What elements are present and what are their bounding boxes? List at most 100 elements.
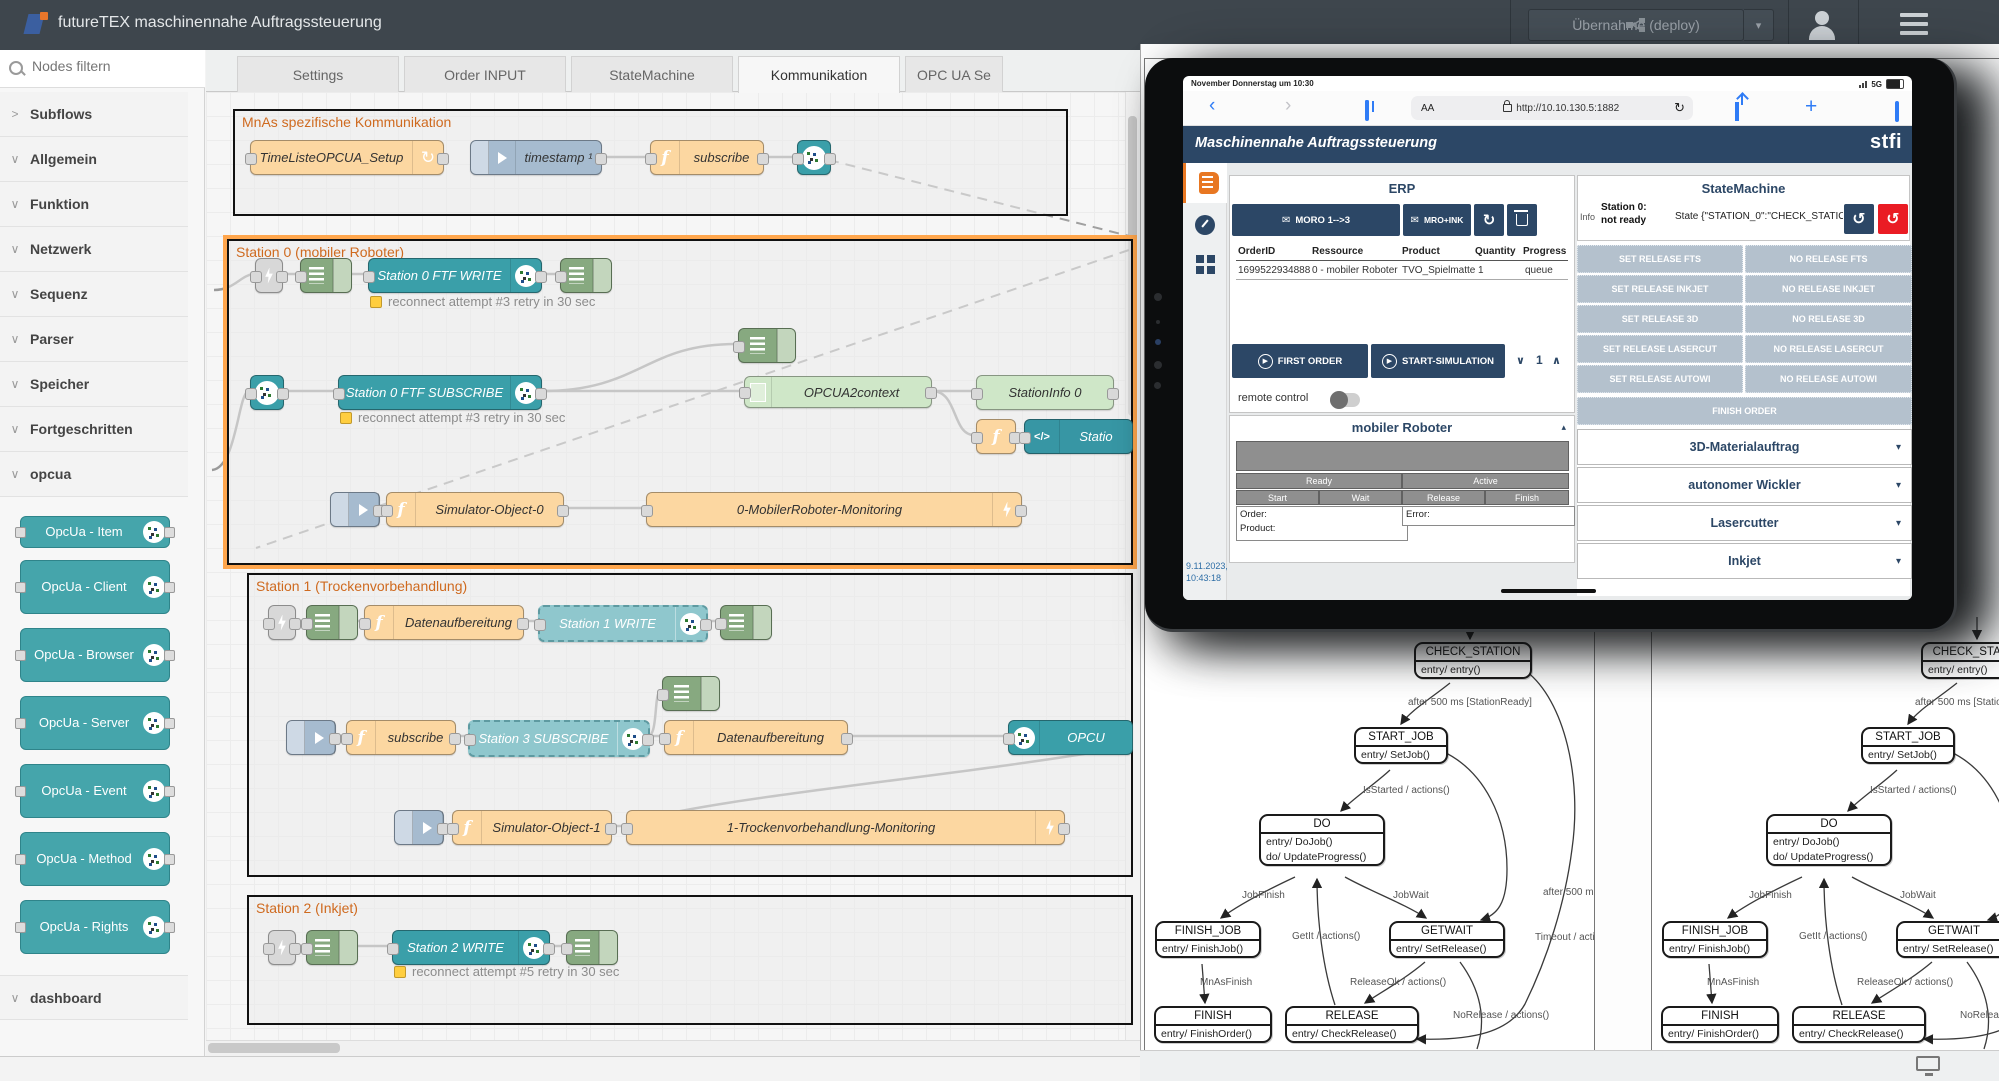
inject-button[interactable] — [331, 493, 349, 526]
node-template-station[interactable]: </> Statio — [1024, 419, 1133, 454]
set-release-fts-button[interactable]: SET RELEASE FTS — [1577, 245, 1743, 273]
share-icon[interactable] — [1735, 102, 1739, 121]
bookmarks-icon[interactable] — [1365, 100, 1369, 121]
palette-node-opcua-event[interactable]: OpcUa - Event — [20, 764, 170, 818]
first-order-button[interactable]: ▶FIRST ORDER — [1232, 344, 1368, 378]
node-station2-write[interactable]: Station 2 WRITE — [392, 930, 550, 965]
inject-button[interactable] — [395, 811, 413, 844]
debug-toggle-button[interactable] — [777, 329, 795, 362]
dropdown-3d-materialauftrag[interactable]: 3D-Materialauftrag▾ — [1577, 429, 1912, 465]
no-release-inkjet-button[interactable]: NO RELEASE INKJET — [1745, 275, 1912, 303]
palette-cat-dashboard[interactable]: ∨dashboard — [0, 975, 188, 1020]
url-bar[interactable]: AA http://10.10.130.5:1882 ↻ — [1411, 96, 1693, 120]
debug-toggle-button[interactable] — [593, 259, 611, 292]
tab-statemachine[interactable]: StateMachine — [571, 56, 733, 92]
palette-cat-sequenz[interactable]: ∨Sequenz — [0, 272, 188, 317]
display-icon[interactable] — [1916, 1056, 1940, 1071]
set-release-3d-button[interactable]: SET RELEASE 3D — [1577, 305, 1743, 333]
node-function-subscribe[interactable]: f subscribe — [650, 140, 764, 175]
deploy-options-button[interactable]: ▾ — [1744, 9, 1774, 41]
node-inject[interactable] — [330, 492, 380, 527]
deploy-button[interactable]: Übernahme (deploy) — [1528, 9, 1744, 41]
node-link-in[interactable] — [268, 930, 296, 965]
node-function-subscribe-1[interactable]: f subscribe — [346, 720, 456, 755]
palette-node-opcua-server[interactable]: OpcUa - Server — [20, 696, 170, 750]
debug-toggle-button[interactable] — [333, 259, 351, 292]
node-datenaufbereitung-1[interactable]: f Datenaufbereitung — [364, 605, 524, 640]
no-release-autowi-button[interactable]: NO RELEASE AUTOWI — [1745, 365, 1912, 393]
forward-button[interactable]: › — [1285, 95, 1291, 117]
palette-cat-parser[interactable]: ∨Parser — [0, 317, 188, 362]
sidebar-item-orders[interactable] — [1183, 163, 1227, 203]
dropdown-autonomer-wickler[interactable]: autonomer Wickler▾ — [1577, 467, 1912, 503]
node-function-small[interactable]: f — [976, 419, 1016, 454]
quantity-stepper[interactable]: 1 — [1536, 353, 1543, 367]
group-station2[interactable]: Station 2 (Inkjet) — [247, 895, 1133, 1025]
node-station0-ftf-write[interactable]: Station 0 FTF WRITE — [368, 258, 542, 293]
no-release-fts-button[interactable]: NO RELEASE FTS — [1745, 245, 1912, 273]
node-simulator-object-1[interactable]: f Simulator-Object-1 — [452, 810, 612, 845]
debug-toggle-button[interactable] — [339, 931, 357, 964]
dropdown-lasercutter[interactable]: Lasercutter▾ — [1577, 505, 1912, 541]
palette-node-opcua-method[interactable]: OpcUa - Method — [20, 832, 170, 886]
inject-button[interactable] — [471, 141, 489, 174]
node-simulator-object-0[interactable]: f Simulator-Object-0 — [386, 492, 564, 527]
debug-toggle-button[interactable] — [753, 606, 771, 639]
node-datenaufbereitung-2[interactable]: f Datenaufbereitung — [664, 720, 848, 755]
moro-order-button[interactable]: ✉MORO 1-->3 — [1232, 204, 1400, 236]
node-debug[interactable] — [300, 258, 352, 293]
no-release-lasercut-button[interactable]: NO RELEASE LASERCUT — [1745, 335, 1912, 363]
node-timeliste-setup[interactable]: TimeListeOPCUA_Setup ↻ — [250, 140, 444, 175]
new-tab-button[interactable]: + — [1805, 95, 1817, 119]
reset-button[interactable]: ↺ — [1878, 204, 1908, 234]
palette-cat-netzwerk[interactable]: ∨Netzwerk — [0, 227, 188, 272]
node-opcua-item[interactable] — [797, 140, 831, 175]
text-size-button[interactable]: AA — [1421, 103, 1434, 114]
set-release-inkjet-button[interactable]: SET RELEASE INKJET — [1577, 275, 1743, 303]
node-debug[interactable] — [720, 605, 772, 640]
palette-node-opcua-item[interactable]: OpcUa - Item — [20, 516, 170, 548]
node-debug[interactable] — [662, 676, 720, 711]
start-simulation-button[interactable]: ▶START-SIMULATION — [1371, 344, 1505, 378]
node-link-in[interactable] — [255, 258, 283, 293]
refresh-orders-button[interactable]: ↻ — [1474, 204, 1504, 236]
remote-control-toggle[interactable] — [1330, 393, 1360, 407]
reload-button[interactable]: ↻ — [1674, 100, 1685, 116]
inject-button[interactable] — [287, 721, 305, 754]
back-button[interactable]: ‹ — [1209, 95, 1215, 117]
node-opcua-item[interactable] — [250, 375, 284, 410]
debug-toggle-button[interactable] — [599, 931, 617, 964]
main-menu-button[interactable] — [1900, 13, 1928, 37]
node-opcua-write-cut[interactable]: OPCU — [1008, 720, 1133, 755]
palette-cat-subflows[interactable]: >Subflows — [0, 92, 188, 137]
collapse-icon[interactable]: ▴ — [1561, 422, 1566, 433]
node-inject[interactable] — [394, 810, 444, 845]
home-indicator[interactable] — [1501, 589, 1596, 593]
finish-order-button[interactable]: FINISH ORDER — [1577, 397, 1912, 425]
tabs-icon[interactable] — [1895, 101, 1899, 122]
node-station3-subscribe[interactable]: Station 3 SUBSCRIBE — [468, 720, 650, 757]
palette-cat-speicher[interactable]: ∨Speicher — [0, 362, 188, 407]
node-debug[interactable] — [560, 258, 612, 293]
node-debug[interactable] — [566, 930, 618, 965]
dropdown-inkjet[interactable]: Inkjet▾ — [1577, 543, 1912, 579]
node-inject-timestamp[interactable]: timestamp ¹ — [470, 140, 602, 175]
node-link-in[interactable] — [268, 605, 296, 640]
debug-toggle-button[interactable] — [701, 677, 719, 710]
node-debug[interactable] — [738, 328, 796, 363]
set-release-lasercut-button[interactable]: SET RELEASE LASERCUT — [1577, 335, 1743, 363]
stepper-up-button[interactable]: ∧ — [1552, 354, 1561, 367]
palette-node-opcua-rights[interactable]: OpcUa - Rights — [20, 900, 170, 954]
node-opcua2context[interactable]: OPCUA2context — [744, 376, 932, 408]
tab-order-input[interactable]: Order INPUT — [404, 56, 566, 92]
undo-button[interactable]: ↺ — [1844, 204, 1874, 234]
node-stationinfo-0[interactable]: StationInfo 0 — [976, 375, 1114, 410]
set-release-autowi-button[interactable]: SET RELEASE AUTOWI — [1577, 365, 1743, 393]
search-input[interactable] — [30, 57, 184, 75]
stepper-down-button[interactable]: ∨ — [1516, 354, 1525, 367]
node-station1-write[interactable]: Station 1 WRITE — [538, 605, 708, 642]
tab-opcua[interactable]: OPC UA Se — [905, 56, 1003, 92]
tab-kommunikation[interactable]: Kommunikation — [738, 56, 900, 93]
palette-cat-opcua[interactable]: ∨opcua — [0, 452, 188, 497]
palette-cat-fortgeschritten[interactable]: ∨Fortgeschritten — [0, 407, 188, 452]
